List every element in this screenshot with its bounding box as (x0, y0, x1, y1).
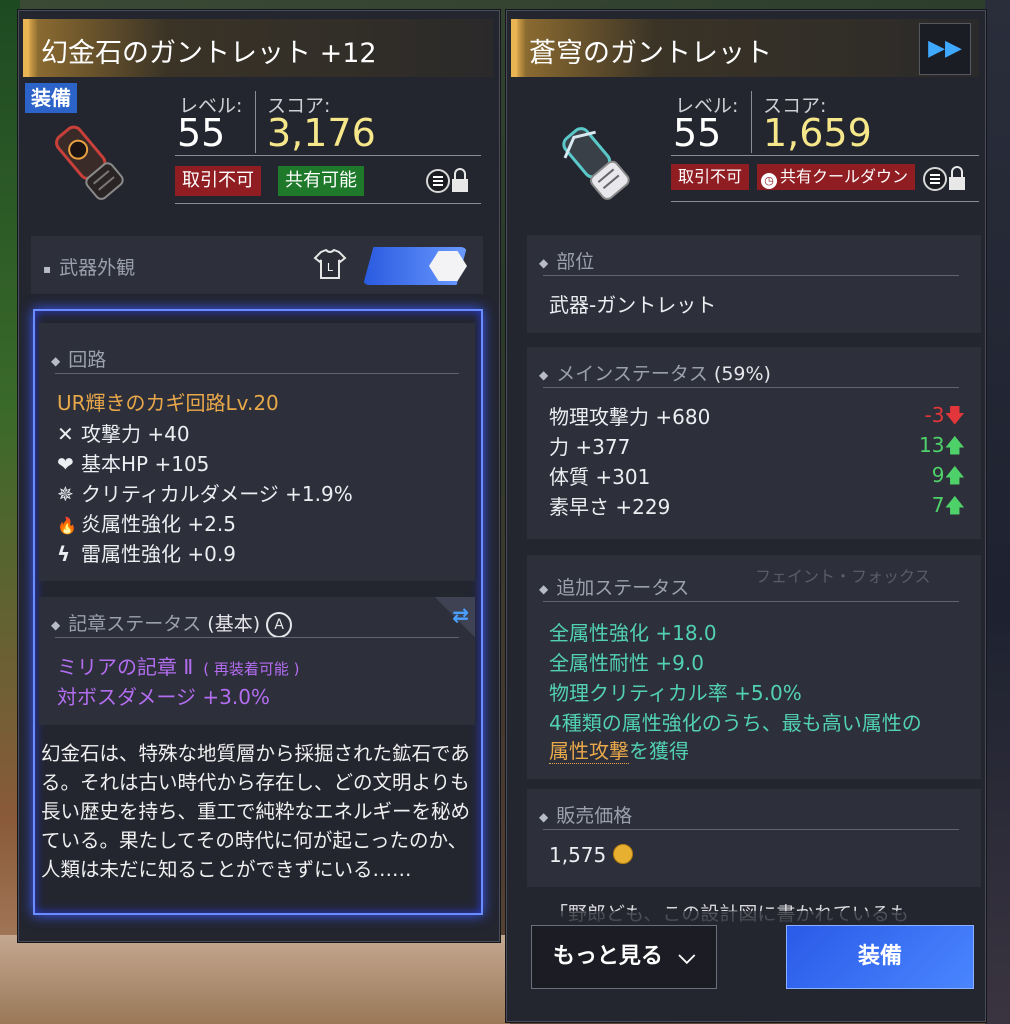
score-value: 1,659 (763, 111, 872, 155)
extra-stat-row-last: 属性攻撃を獲得 (549, 739, 689, 764)
sell-price-divider (543, 829, 959, 830)
see-more-button[interactable]: もっと見る ⌵ (531, 925, 717, 989)
stat-hp: ❤ 基本HP +105 (57, 452, 210, 476)
critical-icon: ✵ (57, 482, 74, 506)
share-enabled-badge: 共有可能 (278, 166, 364, 196)
attack-icon: ✕ (57, 422, 74, 446)
circuit-header: ◆ 回路 (51, 349, 107, 371)
equip-button[interactable]: 装備 (786, 925, 974, 989)
arrow-up-icon: 🡅 (944, 493, 965, 517)
shirt-icon[interactable]: L (313, 248, 347, 280)
part-header: ◆ 部位 (539, 251, 595, 273)
level-divider (751, 91, 752, 153)
item-title-bar: 幻金石のガントレット +12 (23, 19, 493, 77)
emblem-section: ◆ 記章ステータス (基本) A ⇄ ミリアの記章 Ⅱ( 再装着可能 ) 対ボスダ… (39, 597, 475, 725)
stat-critical: ✵ クリティカルダメージ +1.9% (57, 482, 353, 506)
background-watermark: フェイント・フォックス (755, 567, 931, 586)
main-status-header: ◆ メインステータス (59%) (539, 363, 771, 385)
circuit-section: ◆ 回路 UR輝きのカギ回路Lv.20 ✕ 攻撃力 +40 ❤ 基本HP +105 ✵… (39, 323, 475, 581)
arrow-up-icon: 🡅 (944, 433, 965, 457)
emblem-stat: 対ボスダメージ +3.0% (57, 685, 270, 709)
heart-plus-icon: ❤ (57, 452, 74, 476)
stat-diff-down: -3🡇 (924, 403, 965, 427)
swap-icon[interactable]: ⇄ (452, 603, 469, 627)
extra-stat-row: 物理クリティカル率 +5.0% (549, 681, 802, 705)
part-section: ◆ 部位 武器-ガントレット (527, 235, 981, 333)
stat-diff-up: 13🡅 (918, 433, 965, 457)
circuit-divider (55, 373, 459, 374)
attribute-attack-link[interactable]: 属性攻撃 (549, 739, 629, 764)
extra-stat-row: 全属性耐性 +9.0 (549, 651, 704, 675)
gauntlet-item-icon (41, 115, 141, 215)
arrow-up-icon: 🡅 (944, 463, 965, 487)
part-value: 武器-ガントレット (549, 293, 717, 317)
extra-status-section: フェイント・フォックス ◆ 追加ステータス 全属性強化 +18.0 全属性耐性 +… (527, 555, 981, 779)
a-circle-icon: A (266, 611, 293, 638)
emblem-name: ミリアの記章 Ⅱ( 再装着可能 ) (57, 655, 300, 679)
circuit-name: UR輝きのカギ回路Lv.20 (57, 391, 279, 415)
badge-divider (671, 201, 979, 202)
arrow-down-icon: 🡇 (944, 403, 965, 427)
item-title: 蒼穹のガントレット (529, 38, 772, 69)
lock-icon[interactable] (424, 166, 476, 196)
sell-price-section: ◆ 販売価格 1,575 (527, 789, 981, 887)
item-title-bar: 蒼穹のガントレット ▶▶ (511, 19, 979, 77)
trade-disabled-badge: 取引不可 (175, 166, 261, 196)
extra-stat-row: 全属性強化 +18.0 (549, 621, 717, 645)
part-divider (543, 275, 959, 276)
compare-item-panel: 蒼穹のガントレット ▶▶ レベル: 55 スコア: 1,659 取引不可 ◷ 共有… (506, 10, 986, 1022)
stat-diff-up: 7🡅 (931, 493, 965, 517)
weapon-appearance-label: ▪ 武器外観 (43, 257, 136, 279)
score-value: 3,176 (267, 111, 376, 155)
chevron-down-icon: ⌵ (678, 944, 696, 969)
emblem-divider (55, 637, 459, 638)
stat-diff-up: 9🡅 (931, 463, 965, 487)
level-divider (255, 91, 256, 153)
stat-row-physical-attack: 物理攻撃力 +680 (549, 405, 711, 429)
stat-attack: ✕ 攻撃力 +40 (57, 422, 190, 446)
background-right (985, 0, 1010, 1024)
equipped-tag: 装備 (25, 83, 77, 113)
extra-status-divider (543, 601, 959, 602)
sell-price-value: 1,575 (549, 843, 633, 867)
lightning-icon: ϟ (57, 542, 71, 566)
extra-stat-row: 4種類の属性強化のうち、最も高い属性の (549, 711, 922, 735)
background-floor (0, 935, 510, 1024)
gold-coin-icon (612, 844, 633, 864)
lock-icon[interactable] (921, 164, 973, 194)
header-divider (175, 155, 481, 156)
item-title: 幻金石のガントレット +12 (41, 38, 377, 69)
stat-row-agility: 素早さ +229 (549, 495, 671, 519)
emblem-header: ◆ 記章ステータス (基本) A (51, 609, 293, 638)
header-divider (671, 155, 979, 156)
stat-row-constitution: 体質 +301 (549, 465, 651, 489)
fast-forward-icon[interactable]: ▶▶ (919, 23, 971, 75)
background-left (0, 0, 20, 1024)
main-status-section: ◆ メインステータス (59%) 物理攻撃力 +680 -3🡇 力 +377 13… (527, 347, 981, 539)
equipped-item-panel: 幻金石のガントレット +12 装備 レベル: 55 スコア: 3,176 取引不… (18, 10, 500, 942)
fire-icon: 🔥 (57, 516, 77, 535)
trade-disabled-badge: 取引不可 (671, 164, 750, 190)
stat-fire: 🔥 炎属性強化 +2.5 (57, 512, 236, 536)
sell-price-header: ◆ 販売価格 (539, 805, 633, 827)
extra-status-header: ◆ 追加ステータス (539, 577, 690, 599)
gauntlet-item-icon (547, 115, 647, 215)
level-value: 55 (177, 111, 226, 155)
main-status-divider (543, 387, 959, 388)
stat-row-strength: 力 +377 (549, 435, 631, 459)
item-description: 幻金石は、特殊な地質層から採掘された鉱石である。それは古い時代から存在し、どの文… (41, 742, 471, 881)
clock-icon: ◷ (761, 173, 777, 189)
level-value: 55 (673, 111, 722, 155)
svg-text:L: L (327, 261, 334, 274)
stat-lightning: ϟ 雷属性強化 +0.9 (57, 542, 236, 566)
share-cooldown-badge: ◷ 共有クールダウン (757, 164, 916, 190)
badge-divider (175, 203, 481, 204)
